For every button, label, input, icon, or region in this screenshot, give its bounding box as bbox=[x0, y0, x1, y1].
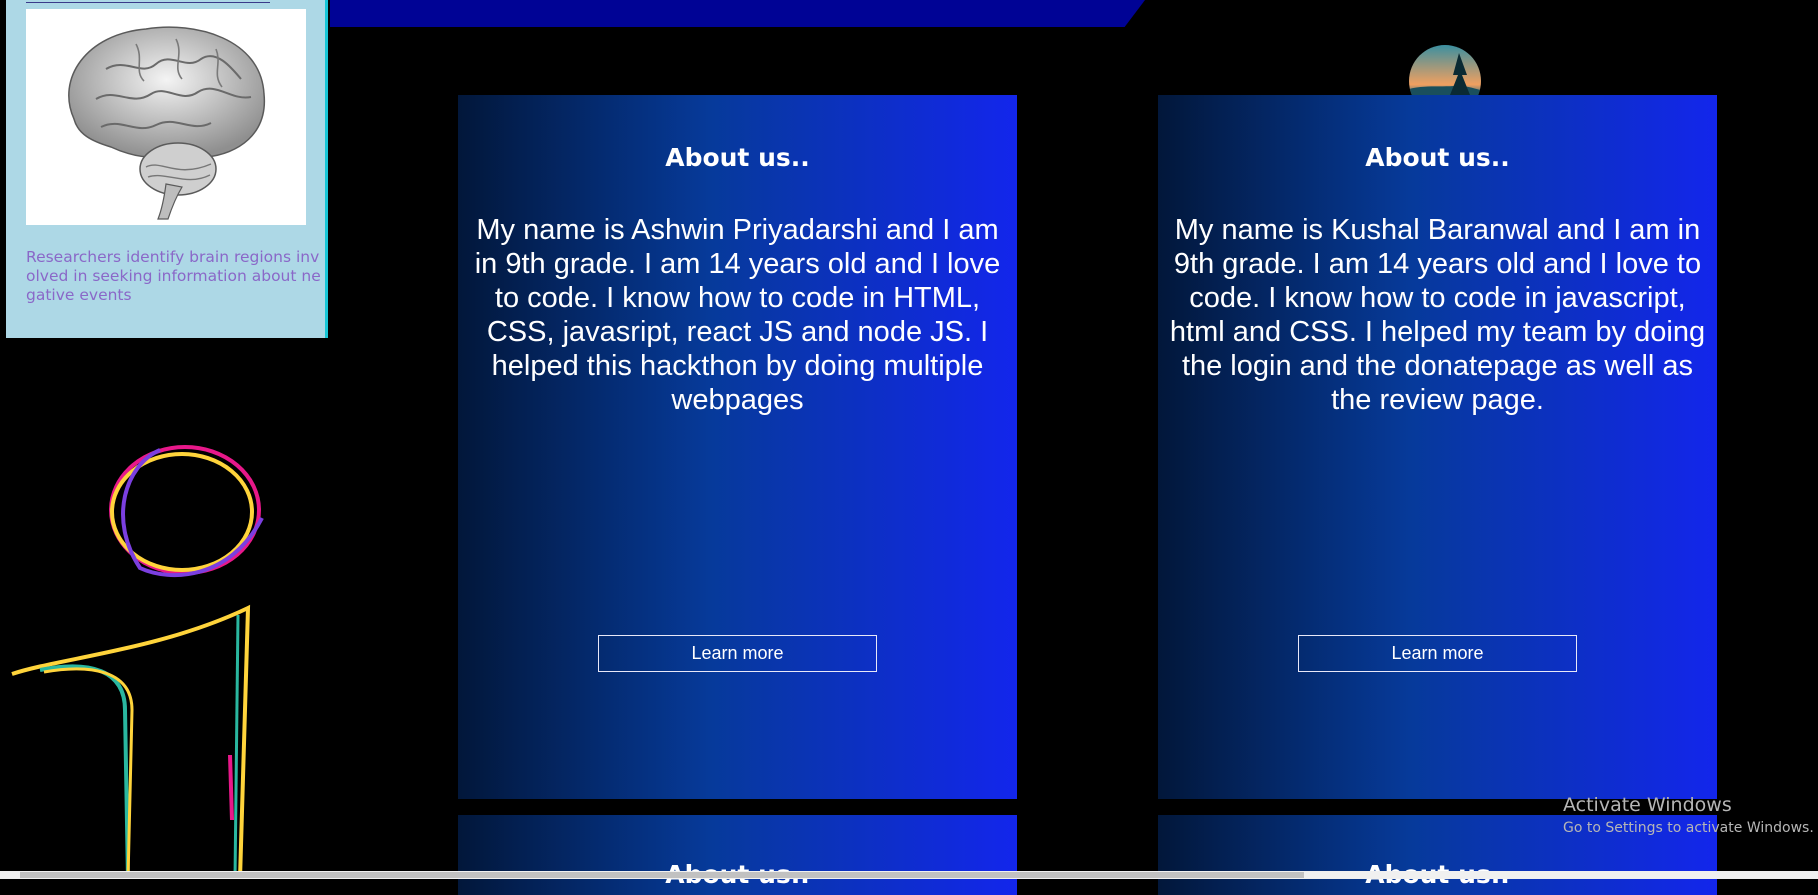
horizontal-scrollbar[interactable] bbox=[0, 871, 1818, 879]
brain-icon bbox=[26, 9, 306, 225]
about-card-kushal: About us.. My name is Kushal Baranwal an… bbox=[1158, 95, 1717, 799]
about-card-ashwin: About us.. My name is Ashwin Priyadarshi… bbox=[458, 95, 1017, 799]
card-text: My name is Kushal Baranwal and I am in 9… bbox=[1169, 214, 1706, 416]
card-text: My name is Ashwin Priyadarshi and I am i… bbox=[474, 214, 1001, 416]
learn-more-button[interactable]: Learn more bbox=[1298, 635, 1577, 672]
watermark-subtitle: Go to Settings to activate Windows. bbox=[1563, 820, 1814, 836]
scrollbar-thumb[interactable] bbox=[20, 872, 1304, 878]
watermark-title: Activate Windows bbox=[1563, 794, 1732, 816]
card-title: About us.. bbox=[1365, 143, 1510, 172]
card-title: About us.. bbox=[665, 143, 810, 172]
news-card[interactable]: Researchers identify brain regions invol… bbox=[6, 0, 328, 338]
news-link[interactable] bbox=[26, 0, 270, 3]
doodle-illustration bbox=[0, 420, 300, 880]
activate-windows-watermark: Activate Windows Go to Settings to activ… bbox=[1563, 794, 1814, 838]
about-card-3: About us.. bbox=[458, 815, 1017, 895]
top-banner bbox=[330, 0, 1145, 27]
learn-more-button[interactable]: Learn more bbox=[598, 635, 877, 672]
news-caption[interactable]: Researchers identify brain regions invol… bbox=[26, 248, 326, 305]
